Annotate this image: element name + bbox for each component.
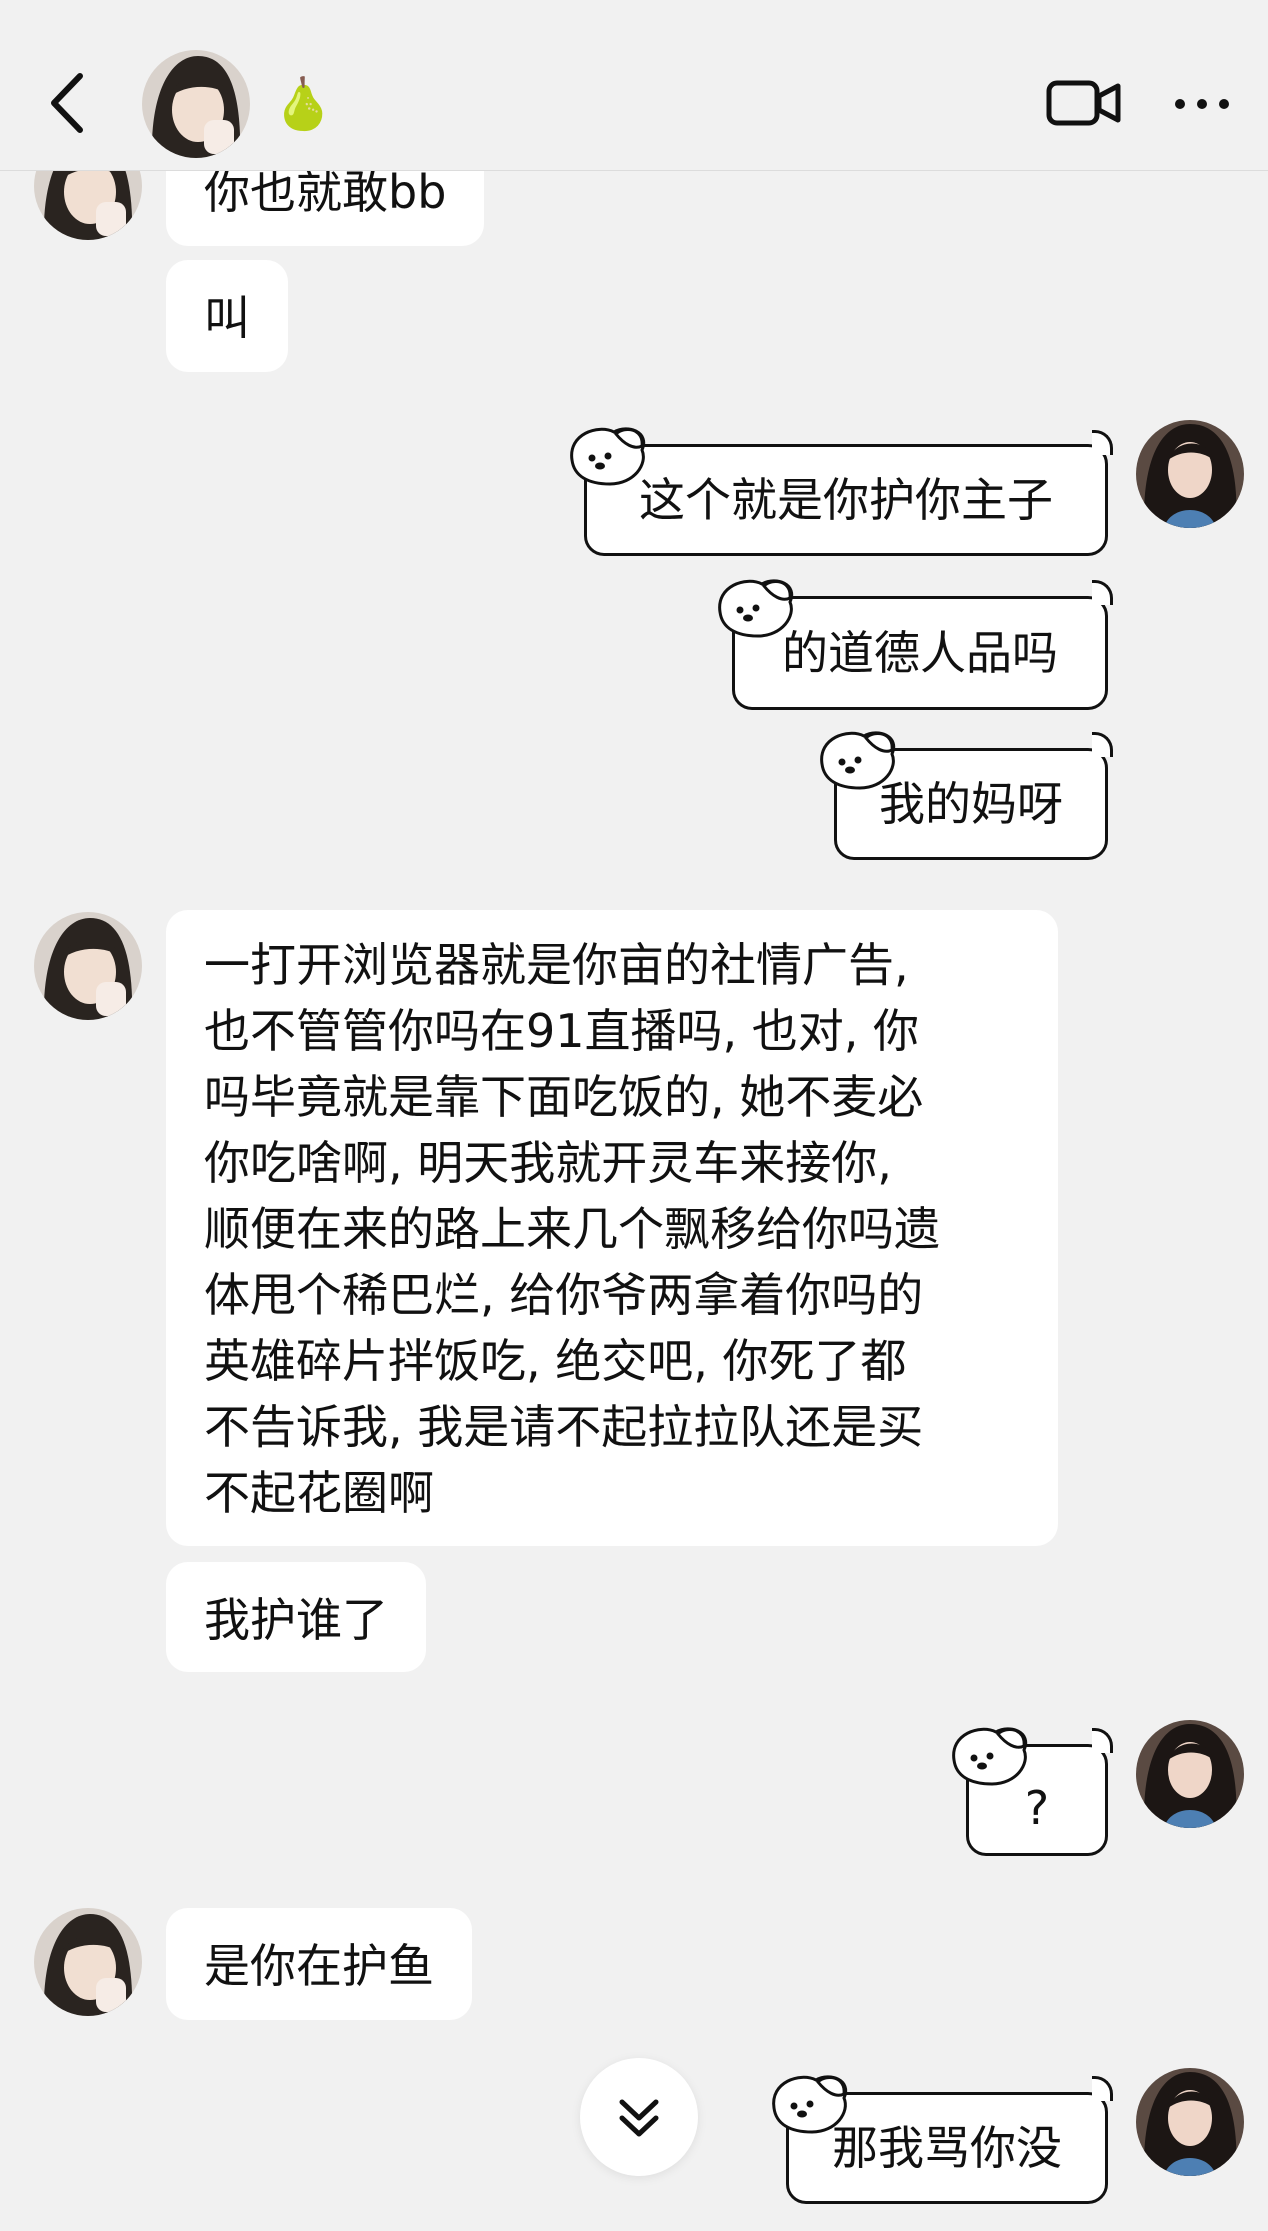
- bubble-tail: [1092, 732, 1113, 757]
- message-line: 顺便在来的路上来几个飘移给你吗遗: [204, 1202, 940, 1256]
- pear-emoji: 🍐: [272, 75, 335, 133]
- message-bubble-incoming-long[interactable]: 一打开浏览器就是你亩的社情广告, 也不管管你吗在91直播吗, 也对, 你 吗毕竟…: [166, 910, 1058, 1546]
- message-line: 吗毕竟就是靠下面吃饭的, 她不麦必: [204, 1070, 924, 1124]
- more-dots-icon[interactable]: [1172, 92, 1232, 116]
- bubble-tail: [1092, 2076, 1113, 2101]
- double-chevron-down-icon: [619, 2099, 659, 2137]
- my-avatar[interactable]: [1136, 420, 1244, 528]
- message-bubble-incoming[interactable]: 是你在护鱼: [166, 1908, 472, 2020]
- message-line: 不告诉我, 我是请不起拉拉队还是买: [204, 1400, 924, 1454]
- message-line: 也不管管你吗在91直播吗, 也对, 你: [204, 1004, 920, 1058]
- message-line: 英雄碎片拌饭吃, 绝交吧, 你死了都: [204, 1334, 907, 1388]
- dog-sticker-icon: [706, 572, 802, 652]
- message-line: 你吃啥啊, 明天我就开灵车来接你,: [204, 1136, 892, 1190]
- bubble-tail: [1092, 430, 1113, 455]
- message-line: 一打开浏览器就是你亩的社情广告,: [204, 938, 909, 992]
- message-line: 不起花圈啊: [204, 1466, 434, 1520]
- my-avatar[interactable]: [1136, 1720, 1244, 1828]
- chat-header: 🍐: [0, 0, 1268, 171]
- dog-sticker-icon: [808, 724, 904, 804]
- dog-sticker-icon: [940, 1720, 1036, 1800]
- dog-sticker-icon: [760, 2068, 856, 2148]
- message-bubble-outgoing[interactable]: 这个就是你护你主子: [584, 444, 1108, 556]
- scroll-to-bottom-button[interactable]: [580, 2058, 698, 2176]
- contact-avatar[interactable]: [34, 912, 142, 1020]
- back-icon[interactable]: [44, 68, 94, 138]
- video-camera-icon[interactable]: [1046, 78, 1122, 128]
- contact-avatar[interactable]: [34, 1908, 142, 2016]
- bubble-tail: [1092, 1728, 1113, 1753]
- message-bubble-incoming[interactable]: 叫: [166, 260, 288, 372]
- bubble-tail: [1092, 580, 1113, 605]
- message-line: 体甩个稀巴烂, 给你爷两拿着你吗的: [204, 1268, 924, 1322]
- message-bubble-incoming[interactable]: 我护谁了: [166, 1562, 426, 1672]
- my-avatar[interactable]: [1136, 2068, 1244, 2176]
- dog-sticker-icon: [558, 420, 654, 500]
- contact-avatar[interactable]: [142, 50, 250, 158]
